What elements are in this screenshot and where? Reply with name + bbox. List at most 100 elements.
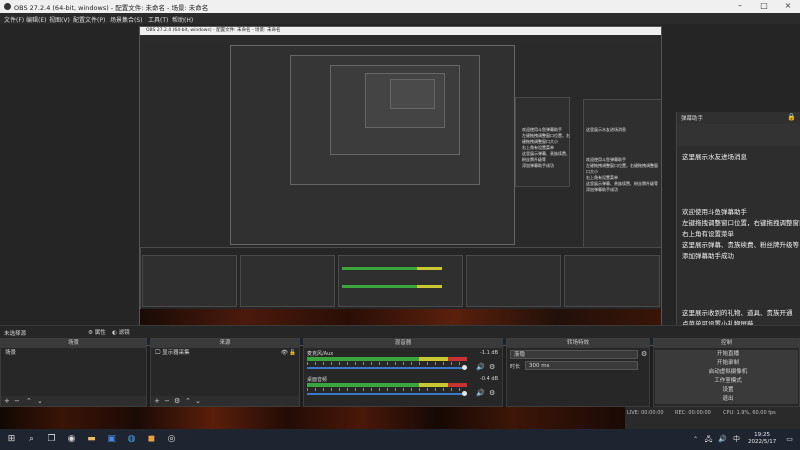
task-view-icon[interactable]: ❐: [46, 434, 57, 445]
lock-icon[interactable]: 🔒: [787, 113, 796, 121]
menu-edit[interactable]: 编辑(E): [26, 15, 46, 24]
menu-help[interactable]: 帮助(H): [172, 15, 193, 24]
store-icon[interactable]: ▣: [106, 434, 117, 445]
mic-gear-icon[interactable]: ⚙: [489, 363, 495, 371]
tray-chevron-icon[interactable]: ⌃: [690, 434, 701, 445]
menu-tools[interactable]: 工具(T): [148, 15, 168, 24]
desktop-volume-slider[interactable]: [307, 393, 467, 395]
nested-meter-2: [342, 285, 442, 288]
mic-track-name: 麦克风/Aux: [307, 351, 334, 357]
maximize-button[interactable]: □: [752, 0, 776, 13]
notification-icon[interactable]: ▭: [784, 434, 795, 445]
add-source-button[interactable]: +: [154, 397, 160, 405]
desktop-meter-ticks: [307, 388, 467, 391]
lock-source-icon[interactable]: 🔓: [289, 349, 296, 358]
source-toolbar: 未选择源 ⚙ 属性 ◐ 滤镜: [0, 325, 800, 338]
taskbar-clock[interactable]: 19:25 2022/5/17: [748, 432, 776, 446]
edge-browser-icon[interactable]: ◍: [126, 434, 137, 445]
minimize-button[interactable]: –: [728, 0, 752, 13]
nested-text-2: 欢迎使用斗鱼弹幕助手 左键拖拽调整窗口位置，右键拖拽调整窗口大小 右上角有设置菜…: [586, 157, 658, 192]
source-item[interactable]: 🖵 显示器采集 👁 🔓: [152, 349, 298, 358]
popup-block-2-line-4: 这里展示弹幕、贵族续费、粉丝牌升级等: [682, 241, 799, 249]
menu-view[interactable]: 视图(V): [49, 15, 70, 24]
popup-title: 弹幕助手: [681, 116, 704, 122]
ime-icon[interactable]: 中: [731, 434, 742, 445]
clock-date: 2022/5/17: [748, 439, 777, 445]
move-up-icon[interactable]: ⌃: [26, 397, 32, 405]
duration-input[interactable]: 300 ms: [525, 361, 638, 370]
status-bar: LIVE: 00:00:00 REC: 00:00:00 CPU: 1.9%, …: [625, 407, 800, 429]
studio-mode-button[interactable]: 工作室模式: [655, 377, 798, 386]
nested-text-1: 这里展示水友进场消息: [586, 127, 626, 132]
popup-block-2-line-3: 右上角有设置菜单: [682, 230, 734, 238]
start-streaming-button[interactable]: 开始直播: [655, 350, 798, 359]
file-explorer-icon[interactable]: ▬: [86, 434, 97, 445]
windows-start-icon[interactable]: ⊞: [6, 434, 17, 445]
source-settings-gear-icon[interactable]: ⚙: [174, 397, 180, 405]
popup-block-2-line-1: 欢迎使用斗鱼弹幕助手: [682, 208, 747, 216]
chat-icon[interactable]: ◉: [66, 434, 77, 445]
live-status: LIVE: 00:00:00: [627, 410, 664, 416]
transitions-dock-title: 转场特效: [507, 339, 649, 348]
popup-block-2-line-5: 添加弹幕助手成功: [682, 252, 734, 260]
close-button[interactable]: ×: [776, 0, 800, 13]
desktop-gear-icon[interactable]: ⚙: [489, 389, 495, 397]
exit-button[interactable]: 退出: [655, 395, 798, 404]
title-bar: OBS 27.2.4 (64-bit, windows) - 配置文件: 未命名…: [0, 0, 800, 13]
scene-item[interactable]: 场景: [2, 349, 145, 358]
volume-icon[interactable]: 🔊: [717, 434, 728, 445]
popup-block-3-line-1: 这里展示收到的礼物、道具、贵族开通: [682, 309, 793, 317]
nested-controls-dock: [564, 255, 660, 307]
rec-status: REC: 00:00:00: [675, 410, 711, 416]
mixer-dock-title: 混音器: [304, 339, 502, 348]
properties-label: 属性: [94, 330, 106, 336]
window-title: OBS 27.2.4 (64-bit, windows) - 配置文件: 未命名…: [14, 4, 209, 12]
mic-volume-knob[interactable]: [462, 365, 467, 370]
add-scene-button[interactable]: +: [4, 397, 10, 405]
scenes-dock: 场景 场景 + − ⌃ ⌄: [0, 338, 147, 407]
remove-scene-button[interactable]: −: [14, 397, 20, 405]
source-up-icon[interactable]: ⌃: [185, 397, 191, 405]
scenes-toolbar: + − ⌃ ⌄: [1, 396, 146, 406]
transition-select[interactable]: 渐隐: [510, 350, 638, 359]
no-source-label: 未选择源: [4, 331, 27, 337]
source-down-icon[interactable]: ⌄: [195, 397, 201, 405]
nested-sources-dock: [240, 255, 335, 307]
start-virtual-camera-button[interactable]: 启动虚拟摄像机: [655, 368, 798, 377]
obs-taskbar-icon[interactable]: ◎: [166, 434, 177, 445]
transitions-dock: 转场特效 渐隐 ⚙ 时长 300 ms: [506, 338, 650, 407]
move-down-icon[interactable]: ⌄: [37, 397, 43, 405]
mic-track-db: -1.1 dB: [480, 350, 498, 356]
source-item-label: 显示器采集: [162, 350, 190, 356]
menu-scene-collection[interactable]: 场景集合(S): [110, 15, 143, 24]
transition-selected-value: 渐隐: [514, 352, 526, 358]
properties-button[interactable]: ⚙ 属性: [88, 328, 106, 336]
menu-file[interactable]: 文件(F): [4, 15, 24, 24]
mic-speaker-icon[interactable]: 🔊: [476, 363, 485, 371]
desktop-volume-knob[interactable]: [462, 391, 467, 396]
menu-bar: 文件(F) 编辑(E) 视图(V) 配置文件(P) 场景集合(S) 工具(T) …: [0, 13, 800, 24]
popup-tabs: [677, 124, 800, 146]
transition-gear-icon[interactable]: ⚙: [641, 350, 647, 358]
sources-dock-title: 来源: [151, 339, 299, 348]
desktop-level-meter: [307, 383, 467, 387]
nested-title-bar: OBS 27.2.4 (64-bit, windows) - 配置文件: 未命名…: [140, 27, 661, 35]
remove-source-button[interactable]: −: [164, 397, 170, 405]
mic-volume-slider[interactable]: [307, 367, 467, 369]
menu-profile[interactable]: 配置文件(P): [73, 15, 105, 24]
app-icon[interactable]: ◼: [146, 434, 157, 445]
start-recording-button[interactable]: 开始录制: [655, 359, 798, 368]
mixer-dock: 混音器 麦克风/Aux -1.1 dB 🔊 ⚙ 桌面音频 -0.4 dB 🔊 ⚙: [303, 338, 503, 407]
settings-button[interactable]: 设置: [655, 386, 798, 395]
filters-button[interactable]: ◐ 滤镜: [112, 328, 130, 336]
windows-taskbar: ⊞ ⌕ ❐ ◉ ▬ ▣ ◍ ◼ ◎ ⌃ 🖧 🔊 中 19:25 2022/5/1…: [0, 429, 800, 450]
visibility-eye-icon[interactable]: 👁: [281, 349, 288, 358]
network-icon[interactable]: 🖧: [703, 434, 714, 445]
nested-mixer-dock: [338, 255, 463, 307]
recursive-window-5: [390, 79, 435, 109]
cpu-status: CPU: 1.9%, 60.00 fps: [723, 410, 776, 416]
search-icon[interactable]: ⌕: [26, 434, 37, 445]
desktop-speaker-icon[interactable]: 🔊: [476, 389, 485, 397]
desktop-wallpaper-strip: [0, 407, 625, 429]
controls-dock-title: 控制: [654, 339, 799, 348]
